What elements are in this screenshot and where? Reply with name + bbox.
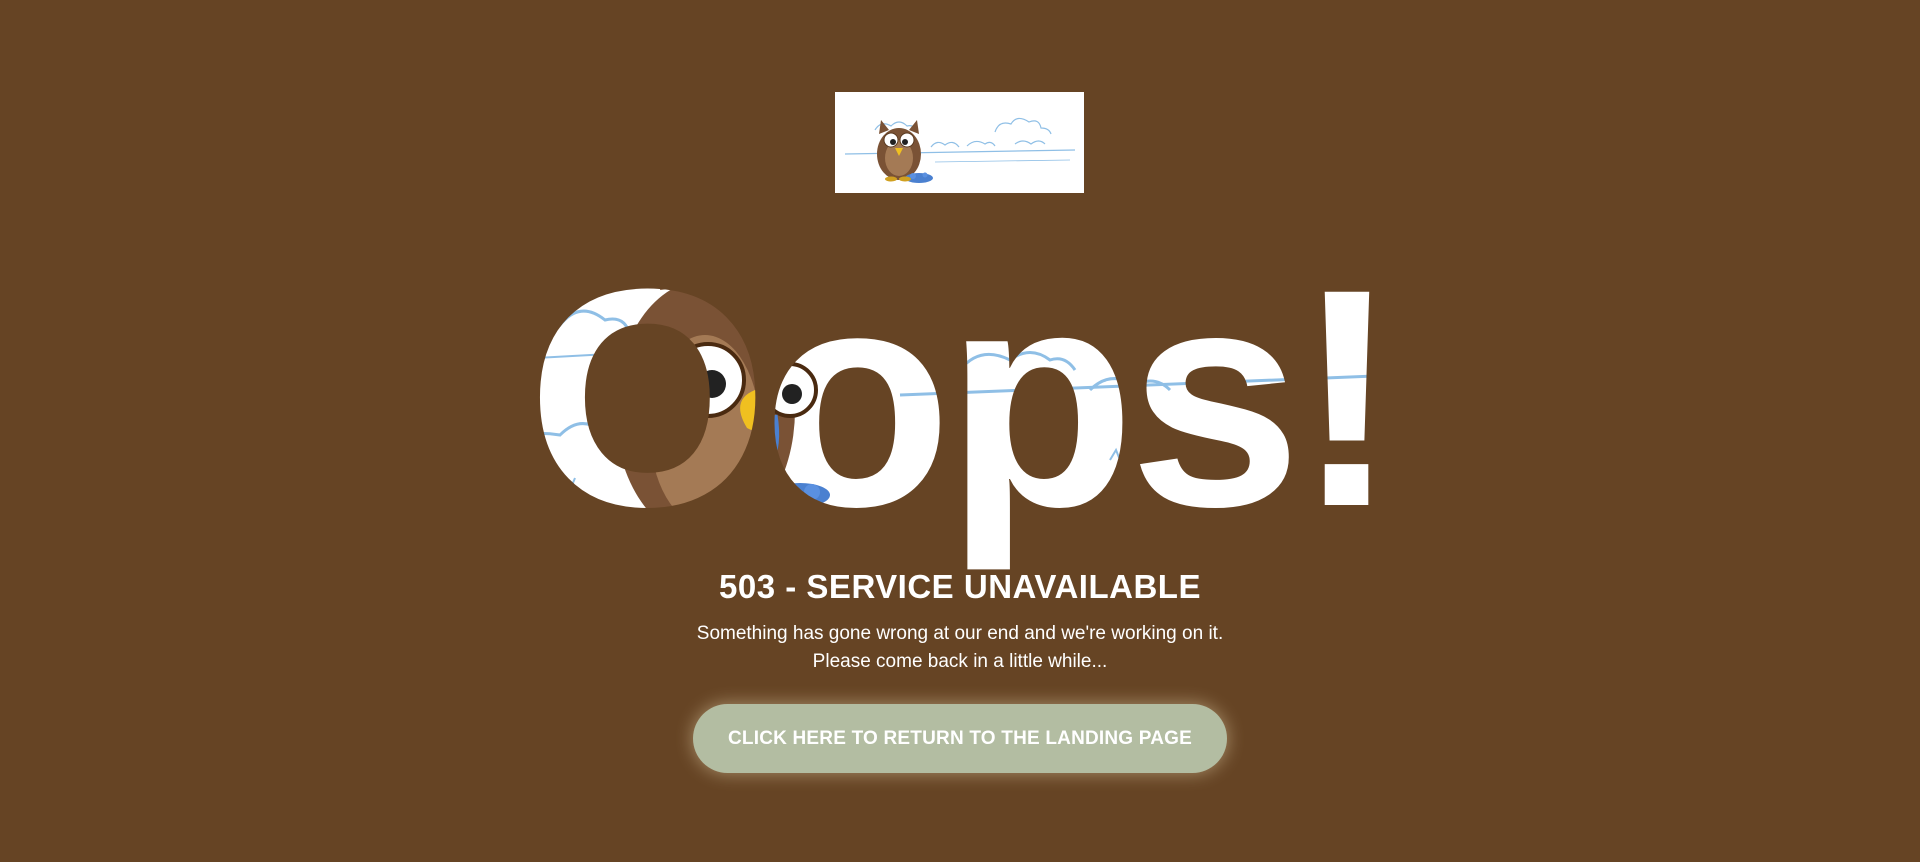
error-message-line: Please come back in a little while... xyxy=(812,651,1108,672)
owl-illustration xyxy=(835,92,1084,193)
error-message: Something has gone wrong at our end and … xyxy=(0,620,1920,676)
error-message-line: Something has gone wrong at our end and … xyxy=(696,623,1224,644)
return-to-landing-button[interactable]: CLICK HERE TO RETURN TO THE LANDING PAGE xyxy=(693,704,1227,773)
error-page: Oops! xyxy=(0,0,1920,862)
oops-headline: Oops! xyxy=(0,240,1920,580)
error-title: 503 - SERVICE UNAVAILABLE xyxy=(719,568,1201,605)
